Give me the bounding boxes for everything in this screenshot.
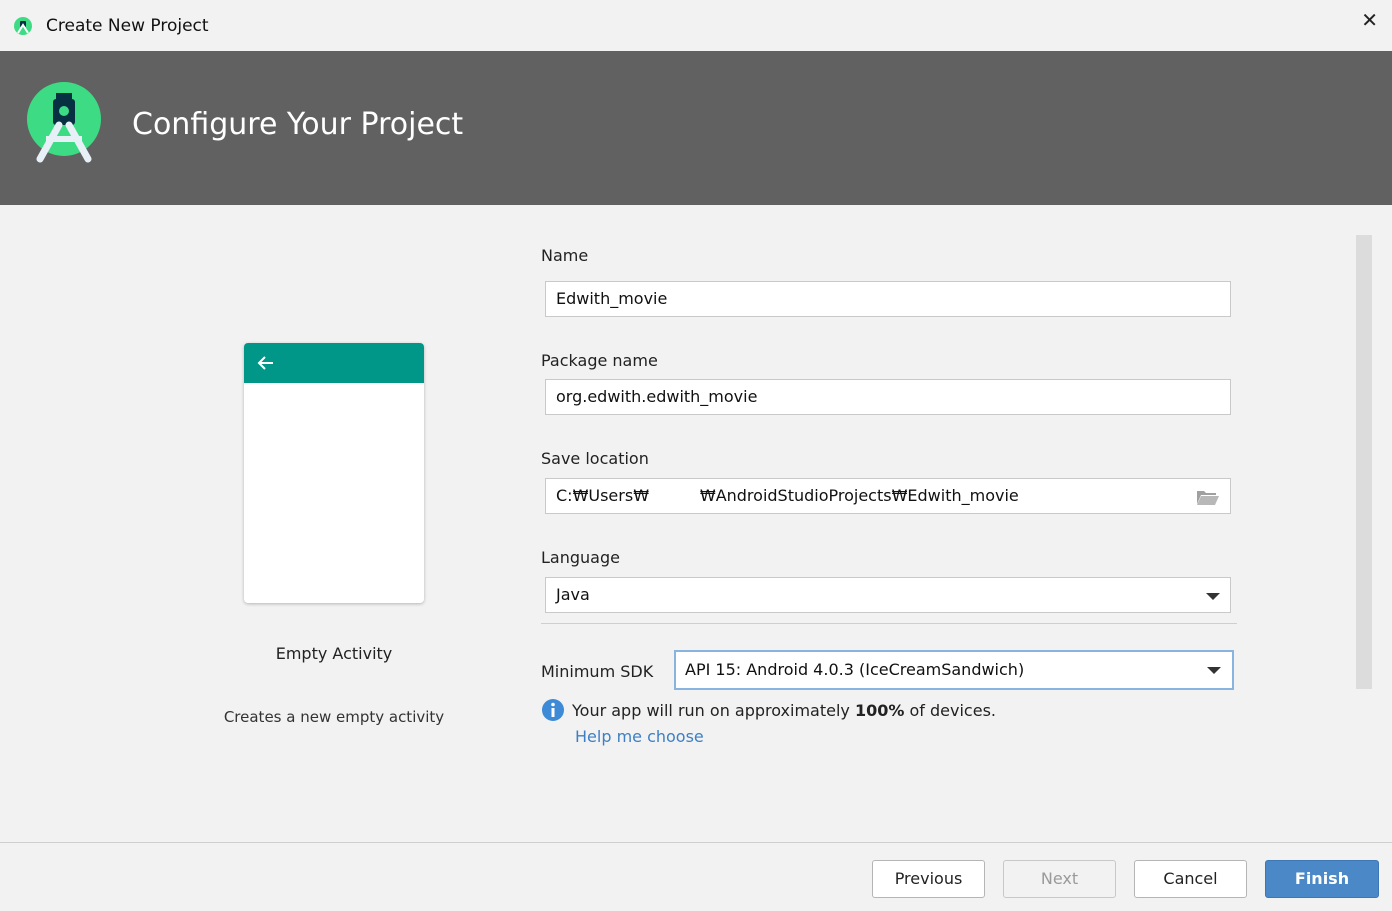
language-value: Java — [556, 585, 590, 604]
section-divider — [541, 623, 1237, 624]
name-value: Edwith_movie — [556, 289, 668, 308]
language-select[interactable]: Java — [545, 577, 1231, 613]
save-location-field[interactable]: C:₩Users₩ ₩AndroidStudioProjects₩Edwith_… — [545, 478, 1231, 514]
name-label: Name — [541, 246, 589, 265]
cancel-button[interactable]: Cancel — [1134, 860, 1247, 898]
finish-button[interactable]: Finish — [1265, 860, 1379, 898]
package-name-field[interactable]: org.edwith.edwith_movie — [545, 379, 1231, 415]
previous-button[interactable]: Previous — [872, 860, 985, 898]
folder-open-icon[interactable] — [1196, 488, 1220, 506]
template-name: Empty Activity — [275, 644, 393, 663]
minimum-sdk-label: Minimum SDK — [541, 662, 654, 681]
next-button[interactable]: Next — [1003, 860, 1116, 898]
language-label: Language — [541, 548, 620, 567]
package-name-value: org.edwith.edwith_movie — [556, 387, 758, 406]
preview-appbar — [244, 343, 424, 383]
save-location-value: C:₩Users₩ ₩AndroidStudioProjects₩Edwith_… — [556, 486, 1019, 505]
package-name-label: Package name — [541, 351, 658, 370]
save-location-label: Save location — [541, 449, 649, 468]
android-studio-icon — [14, 17, 32, 35]
footer-divider — [0, 842, 1392, 843]
window-title: Create New Project — [46, 16, 209, 36]
template-preview — [244, 343, 424, 603]
title-bar: Create New Project ✕ — [0, 0, 1392, 51]
minimum-sdk-value: API 15: Android 4.0.3 (IceCreamSandwich) — [685, 660, 1025, 679]
back-arrow-icon — [257, 356, 273, 370]
chevron-down-icon — [1207, 667, 1221, 674]
name-field[interactable]: Edwith_movie — [545, 281, 1231, 317]
help-me-choose-link[interactable]: Help me choose — [575, 727, 704, 746]
minimum-sdk-select[interactable]: API 15: Android 4.0.3 (IceCreamSandwich) — [674, 650, 1234, 690]
scrollbar[interactable] — [1356, 235, 1372, 689]
chevron-down-icon — [1206, 593, 1220, 600]
page-title: Configure Your Project — [132, 107, 464, 142]
device-coverage-text: Your app will run on approximately 100% … — [572, 701, 996, 720]
close-icon[interactable]: ✕ — [1361, 8, 1378, 32]
android-studio-logo — [27, 82, 101, 163]
info-icon — [542, 699, 564, 721]
template-description: Creates a new empty activity — [223, 708, 445, 726]
header-banner: Configure Your Project — [0, 51, 1392, 205]
coverage-percent: 100% — [854, 701, 905, 720]
